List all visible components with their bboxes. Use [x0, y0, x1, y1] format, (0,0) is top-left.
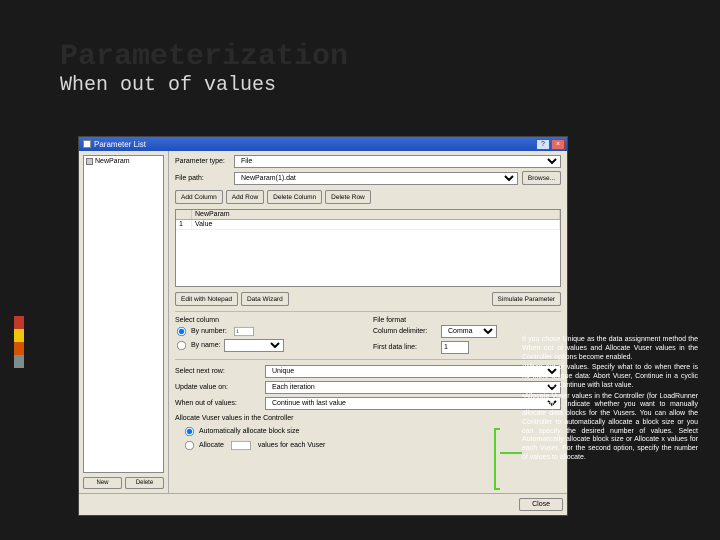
delete-button[interactable]: Delete — [125, 477, 164, 489]
browse-button[interactable]: Browse... — [522, 171, 561, 185]
data-wizard-button[interactable]: Data Wizard — [241, 292, 289, 306]
tree-item-newparam[interactable]: NewParam — [86, 158, 161, 165]
edit-notepad-button[interactable]: Edit with Notepad — [175, 292, 238, 306]
param-type-select[interactable]: File — [234, 155, 561, 168]
by-number-radio[interactable]: By number: — [175, 325, 363, 338]
allocate-group-label: Allocate Vuser values in the Controller — [175, 415, 561, 422]
left-panel: NewParam New Delete — [79, 151, 169, 493]
param-type-label: Parameter type: — [175, 158, 230, 165]
when-out-label: When out of values: — [175, 400, 261, 407]
file-path-select[interactable]: NewParam(1).dat — [234, 172, 518, 185]
select-next-select[interactable]: Unique — [265, 365, 561, 378]
param-icon — [86, 158, 93, 165]
column-delim-label: Column delimiter: — [373, 328, 437, 335]
close-button[interactable]: Close — [519, 498, 563, 511]
file-format-label: File format — [373, 317, 561, 324]
alloc-auto-radio[interactable]: Automatically allocate block size — [183, 425, 561, 438]
tree-item-label: NewParam — [95, 158, 130, 165]
alloc-x-input[interactable] — [231, 441, 251, 450]
file-path-label: File path: — [175, 175, 230, 182]
by-name-radio[interactable]: By name: — [175, 339, 363, 352]
delete-column-button[interactable]: Delete Column — [267, 190, 322, 204]
by-number-input[interactable] — [234, 327, 254, 336]
new-button[interactable]: New — [83, 477, 122, 489]
slide-title: Parameterization — [60, 40, 356, 74]
help-button[interactable]: ? — [536, 139, 550, 150]
connector-line — [500, 452, 522, 454]
close-icon[interactable]: × — [551, 139, 565, 150]
first-data-line-input[interactable] — [441, 341, 469, 354]
when-out-select[interactable]: Continue with last value — [265, 397, 561, 410]
update-value-label: Update value on: — [175, 384, 261, 391]
right-panel: Parameter type: File File path: NewParam… — [169, 151, 567, 493]
grid-cell[interactable]: Value — [192, 220, 560, 229]
column-delim-select[interactable]: Comma — [441, 325, 497, 338]
grid-header: NewParam — [192, 210, 560, 219]
data-grid[interactable]: NewParam 1Value — [175, 209, 561, 287]
explanatory-note: If you chose Unique as the data assignme… — [522, 336, 698, 465]
dialog-titlebar: Parameter List ? × — [79, 137, 567, 151]
grid-row-index: 1 — [176, 220, 192, 229]
add-column-button[interactable]: Add Column — [175, 190, 223, 204]
by-name-select[interactable] — [224, 339, 284, 352]
delete-row-button[interactable]: Delete Row — [325, 190, 371, 204]
app-icon — [83, 140, 91, 148]
update-value-select[interactable]: Each iteration — [265, 381, 561, 394]
parameter-list-dialog: Parameter List ? × NewParam New Delete P… — [78, 136, 568, 516]
add-row-button[interactable]: Add Row — [226, 190, 264, 204]
dialog-title: Parameter List — [94, 140, 146, 149]
param-tree[interactable]: NewParam — [83, 155, 164, 473]
alloc-x-radio[interactable]: Allocatevalues for each Vuser — [183, 439, 561, 452]
first-data-line-label: First data line: — [373, 344, 437, 351]
simulate-button[interactable]: Simulate Parameter — [492, 292, 561, 306]
select-next-label: Select next row: — [175, 368, 261, 375]
accent-bar — [14, 316, 24, 368]
slide-subtitle: When out of values — [60, 74, 660, 97]
select-column-label: Select column — [175, 317, 363, 324]
